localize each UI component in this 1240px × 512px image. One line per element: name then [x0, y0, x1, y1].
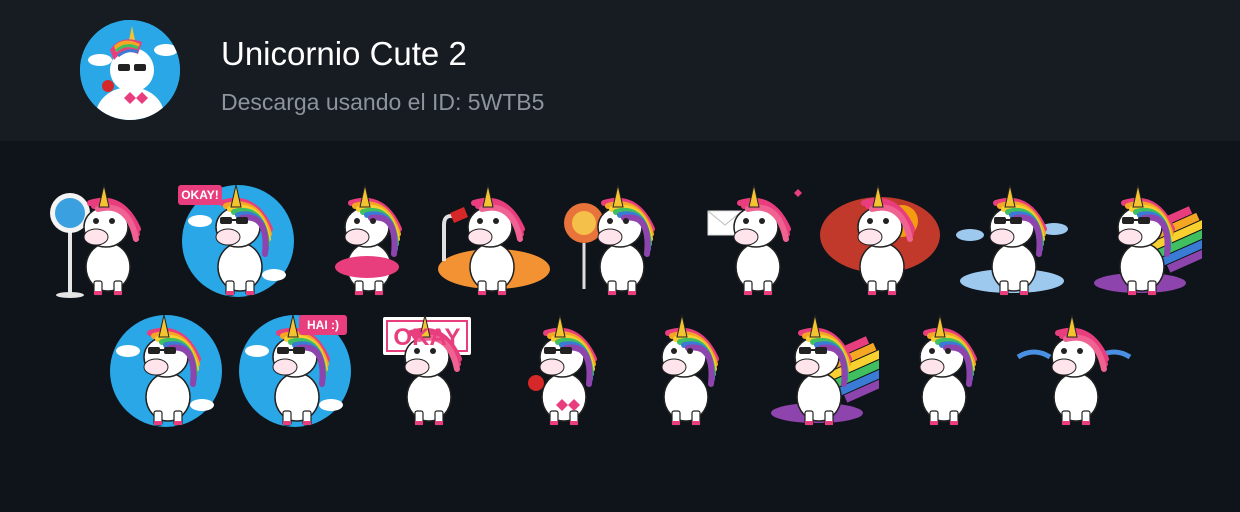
unicorn-lollipop-icon [564, 184, 655, 296]
unicorn-worried-icon [919, 314, 977, 426]
sticker-unicorn-cloud-cool[interactable] [950, 177, 1074, 301]
sticker-unicorn-dice-sunset[interactable] [818, 177, 942, 301]
pack-header: Unicornio Cute 2 Descarga usando el ID: … [0, 0, 1240, 141]
unicorn-avatar-icon [80, 20, 180, 120]
unicorn-surfboard-icon [771, 314, 879, 426]
unicorn-okay-bubble-icon: OKAY! [178, 184, 294, 297]
sticker-unicorn-surfboard[interactable] [755, 307, 879, 431]
unicorn-dice-sunset-icon [820, 184, 940, 296]
pack-avatar[interactable] [80, 20, 180, 120]
sticker-unicorn-rainbow-surf[interactable] [1078, 177, 1202, 301]
unicorn-dab-icon [661, 314, 719, 426]
pack-id-hint: Descarga usando el ID: 5WTB5 [221, 89, 545, 115]
unicorn-okay-sign-icon: OKAY [383, 314, 471, 426]
sticker-unicorn-rose-hearts[interactable] [500, 307, 624, 431]
sticker-unicorn-reading-lamp[interactable] [428, 177, 552, 301]
sticker-unicorn-crying-laugh[interactable] [1012, 307, 1136, 431]
unicorn-reading-lamp-icon [438, 184, 550, 296]
sticker-unicorn-bus-stop[interactable] [44, 177, 168, 301]
unicorn-rose-hearts-icon [528, 314, 597, 426]
sticker-caption: OKAY! [181, 188, 219, 202]
unicorn-rainbow-surf-icon [1094, 184, 1202, 296]
sticker-unicorn-okay-bubble[interactable]: OKAY! [176, 177, 300, 301]
unicorn-rose-circle-icon [110, 314, 222, 427]
unicorn-ballerina-icon [335, 184, 402, 296]
sticker-unicorn-hai-wink[interactable]: HAI :) [233, 307, 357, 431]
sticker-grid: OKAY! HAI :) OKAY [0, 141, 1240, 512]
sticker-unicorn-ballerina[interactable] [305, 177, 429, 301]
sticker-unicorn-lollipop[interactable] [558, 177, 682, 301]
unicorn-bus-stop-icon [50, 184, 141, 298]
unicorn-love-letter-icon [707, 184, 802, 296]
sticker-unicorn-love-letter[interactable] [694, 177, 818, 301]
sticker-caption: HAI :) [307, 318, 339, 332]
unicorn-cloud-cool-icon [956, 184, 1068, 296]
sticker-unicorn-rose-circle[interactable] [104, 307, 228, 431]
sticker-unicorn-okay-sign[interactable]: OKAY [365, 307, 489, 431]
sticker-unicorn-worried[interactable] [880, 307, 1004, 431]
unicorn-hai-wink-icon: HAI :) [239, 314, 351, 427]
sticker-caption: OKAY [393, 324, 460, 351]
sticker-unicorn-dab[interactable] [622, 307, 746, 431]
pack-title: Unicornio Cute 2 [221, 35, 467, 72]
unicorn-crying-laugh-icon [1016, 314, 1132, 426]
